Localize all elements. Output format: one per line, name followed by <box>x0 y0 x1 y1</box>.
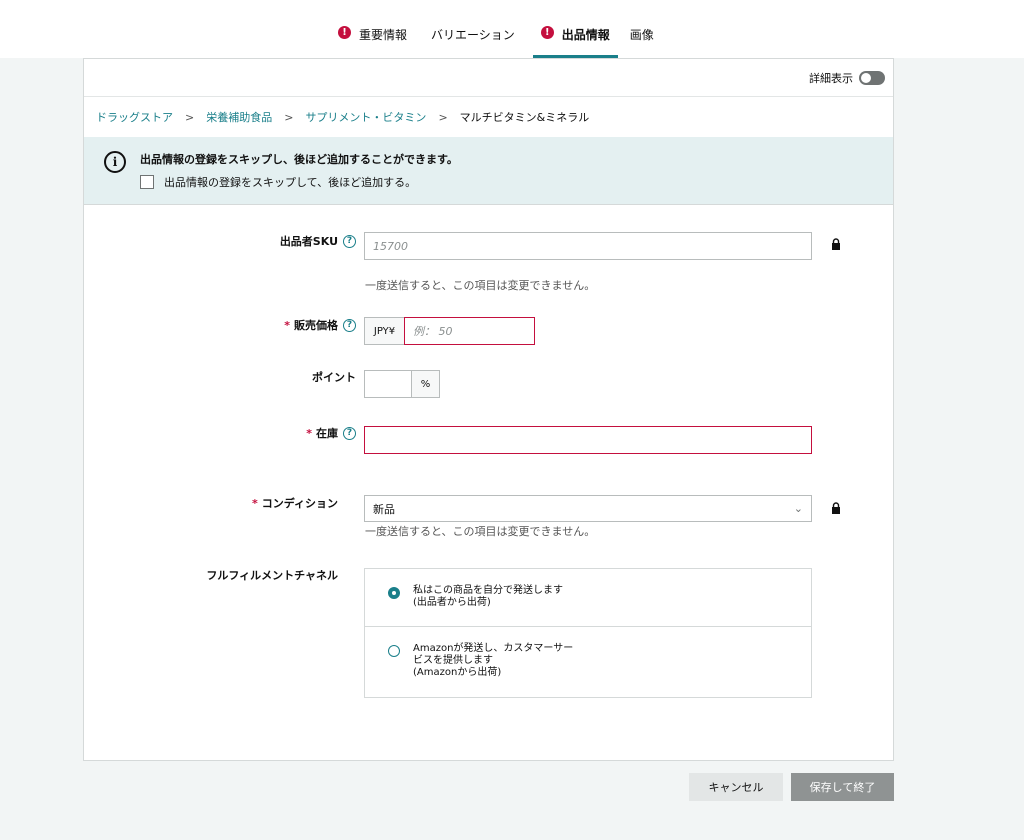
detail-toggle-label: 詳細表示 <box>809 71 853 85</box>
option-line: (出品者から出荷) <box>413 597 491 608</box>
condition-hint: 一度送信すると、この項目は変更できません。 <box>365 525 596 538</box>
percent-addon: % <box>411 370 440 398</box>
question-icon[interactable]: ? <box>343 234 356 248</box>
sku-hint: 一度送信すると、この項目は変更できません。 <box>365 279 596 292</box>
points-label-row: ポイント <box>184 367 356 387</box>
stock-input[interactable] <box>364 426 812 454</box>
save-and-finish-button[interactable]: 保存して終了 <box>791 773 894 801</box>
points-input[interactable] <box>364 370 412 398</box>
fulfillment-option-merchant[interactable]: 私はこの商品を自分で発送します (出品者から出荷) <box>365 569 811 627</box>
breadcrumb: ドラッグストア > 栄養補助食品 > サプリメント・ビタミン > マルチビタミン… <box>84 97 893 137</box>
breadcrumb-link[interactable]: 栄養補助食品 <box>206 109 272 125</box>
option-line: (Amazonから出荷) <box>413 667 502 678</box>
chevron-right-icon: > <box>284 110 294 124</box>
question-icon[interactable]: ? <box>343 426 356 440</box>
tab-label: バリエーション <box>431 28 515 42</box>
sku-input[interactable]: 15700 <box>364 232 812 260</box>
price-input[interactable]: 例： 50 <box>404 317 535 345</box>
sku-label-row: 出品者SKU ? <box>184 231 356 251</box>
skip-checkbox[interactable] <box>140 175 154 189</box>
required-mark: * <box>284 318 290 332</box>
condition-label: コンディション <box>261 497 338 510</box>
fulfillment-options: 私はこの商品を自分で発送します (出品者から出荷) Amazonが発送し、カスタ… <box>364 568 812 698</box>
currency-addon: JPY¥ <box>364 317 405 345</box>
radio-button[interactable] <box>388 645 400 657</box>
required-mark: * <box>306 426 312 440</box>
stock-label-row: * 在庫 ? <box>184 423 356 443</box>
chevron-down-icon: ⌄ <box>793 502 803 515</box>
tab-label: 画像 <box>629 28 654 42</box>
lock-icon <box>832 502 840 514</box>
option-text: 私はこの商品を自分で発送します (出品者から出荷) <box>413 585 593 609</box>
form-panel: 詳細表示 ドラッグストア > 栄養補助食品 > サプリメント・ビタミン > マル… <box>83 58 894 761</box>
option-line: Amazonが発送し、カスタマーサー <box>413 643 574 654</box>
fulfillment-label-row: フルフィルメントチャネル <box>184 565 338 585</box>
info-title: 出品情報の登録をスキップし、後ほど追加することができます。 <box>140 153 458 166</box>
breadcrumb-link[interactable]: サプリメント・ビタミン <box>305 109 426 125</box>
stock-label: 在庫 <box>316 427 338 440</box>
tab-bar: ! 重要情報 バリエーション ! 出品情報 画像 <box>330 18 662 58</box>
tab-label: 出品情報 <box>561 28 610 42</box>
points-label: ポイント <box>312 371 356 384</box>
condition-value: 新品 <box>373 502 395 516</box>
chevron-right-icon: > <box>185 110 195 124</box>
top-bar: ! 重要情報 バリエーション ! 出品情報 画像 <box>0 0 1024 58</box>
exclamation-icon: ! <box>540 26 554 39</box>
lock-icon <box>832 238 840 250</box>
skip-checkbox-label: 出品情報の登録をスキップして、後ほど追加する。 <box>164 176 417 189</box>
detail-toggle[interactable] <box>859 70 885 85</box>
breadcrumb-current: マルチビタミン&ミネラル <box>459 111 590 124</box>
question-icon[interactable]: ? <box>343 318 356 332</box>
tab-variations[interactable]: バリエーション <box>423 18 523 58</box>
skip-checkbox-row: 出品情報の登録をスキップして、後ほど追加する。 <box>140 174 416 190</box>
cancel-button[interactable]: キャンセル <box>689 773 783 801</box>
info-icon: i <box>104 151 126 173</box>
skip-info-box: i 出品情報の登録をスキップし、後ほど追加することができます。 出品情報の登録を… <box>84 137 893 205</box>
tab-images[interactable]: 画像 <box>622 18 662 58</box>
fulfillment-label: フルフィルメントチャネル <box>206 569 338 582</box>
breadcrumb-link[interactable]: ドラッグストア <box>96 109 173 125</box>
price-label: 販売価格 <box>294 319 338 332</box>
condition-select[interactable]: 新品 ⌄ <box>364 495 812 522</box>
exclamation-icon: ! <box>338 26 351 39</box>
tab-listing-info[interactable]: ! 出品情報 <box>532 18 618 58</box>
chevron-right-icon: > <box>438 110 448 124</box>
option-line: ビスを提供します <box>413 655 493 666</box>
option-text: Amazonが発送し、カスタマーサー ビスを提供します (Amazonから出荷) <box>413 643 593 679</box>
tab-important-info[interactable]: ! 重要情報 <box>330 18 415 58</box>
radio-button[interactable] <box>388 587 400 599</box>
option-line: 私はこの商品を自分で発送します <box>413 585 563 596</box>
sku-label: 出品者SKU <box>279 235 338 248</box>
price-label-row: * 販売価格 ? <box>184 315 356 335</box>
required-mark: * <box>252 496 258 510</box>
fulfillment-option-amazon[interactable]: Amazonが発送し、カスタマーサー ビスを提供します (Amazonから出荷) <box>365 627 811 699</box>
detail-toggle-row: 詳細表示 <box>84 59 893 97</box>
condition-label-row: * コンディション <box>184 493 338 513</box>
tab-label: 重要情報 <box>359 28 408 42</box>
